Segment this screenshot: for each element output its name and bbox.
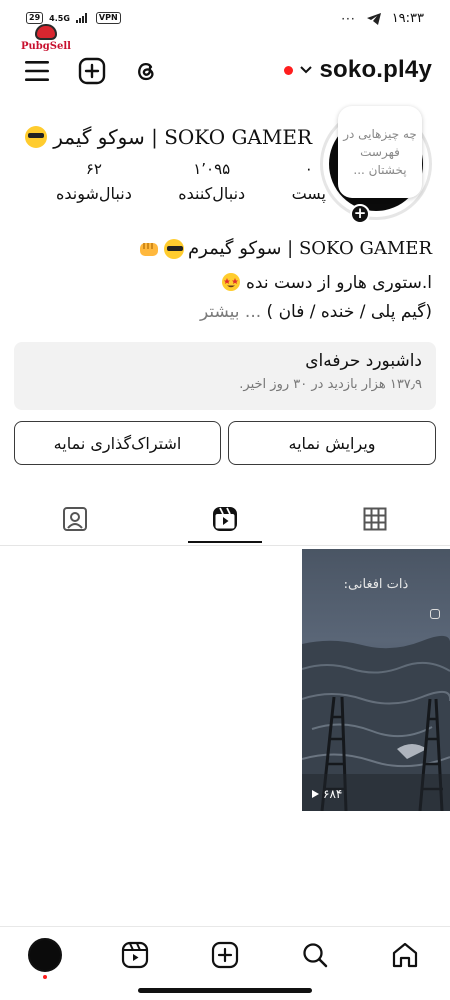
sunglasses-emoji-icon: [25, 126, 48, 148]
menu-icon: [25, 61, 49, 81]
nav-notification-dot: [43, 975, 47, 979]
status-left: 29 4.5G VPN: [26, 12, 121, 24]
bio-line-1-text: ا.ستوری هارو از دست نده: [246, 273, 432, 293]
bio-line-1: ا.ستوری هارو از دست نده: [12, 272, 432, 293]
grid-icon: [363, 507, 387, 531]
logo-text: PubgSell: [21, 41, 71, 52]
add-story-icon[interactable]: +: [350, 204, 370, 224]
dashboard-title: داشبورد حرفه‌ای: [305, 351, 422, 371]
reels-icon: [213, 507, 237, 531]
nav-search[interactable]: [297, 937, 333, 973]
display-name-text: SOKO GAMER | سوکو گیمر: [53, 125, 312, 149]
search-icon: [303, 943, 328, 968]
profile-stats: ۰ پست ۱٬۰۹۵ دنبال‌کننده ۶۲ دنبال‌شونده: [56, 160, 326, 203]
status-right: ··· ۱۹:۳۳: [341, 11, 424, 26]
username: soko.pl4y: [319, 56, 432, 83]
nav-reels[interactable]: [117, 937, 153, 973]
active-tab-indicator: [188, 541, 262, 543]
professional-dashboard[interactable]: داشبورد حرفه‌ای ۱۳۷٫۹ هزار بازدید در ۳۰ …: [14, 342, 436, 410]
note-text: چه چیزهایی در فهرست پخشتان ...: [343, 127, 417, 177]
nav-profile[interactable]: [27, 937, 63, 973]
stat-value: ۶۲: [85, 160, 102, 178]
dashboard-subtitle: ۱۳۷٫۹ هزار بازدید در ۳۰ روز اخیر.: [239, 377, 422, 392]
nav-create[interactable]: [207, 937, 243, 973]
chevron-down-icon: [300, 66, 313, 74]
signal-icon: [75, 13, 87, 23]
add-icon: [211, 941, 239, 969]
stat-label: دنبال‌شونده: [56, 184, 132, 203]
menu-button[interactable]: [24, 58, 50, 84]
tab-reels[interactable]: [210, 504, 240, 534]
note-bubble[interactable]: چه چیزهایی در فهرست پخشتان ...: [338, 106, 422, 198]
reel-views: ۶۸۴: [310, 787, 342, 801]
profile-display-name: SOKO GAMER | سوکو گیمر: [25, 125, 312, 149]
nav-home[interactable]: [387, 937, 423, 973]
play-icon: [312, 790, 319, 798]
clock: ۱۹:۳۳: [391, 11, 424, 26]
stat-followers[interactable]: ۱٬۰۹۵ دنبال‌کننده: [178, 160, 245, 203]
watermark-logo: PubgSell: [18, 24, 74, 52]
bio-line-2-text: (گیم پلی / خنده / فان ): [266, 302, 432, 322]
notification-dot: [284, 65, 294, 75]
reels-icon: [121, 941, 149, 969]
threads-icon: [138, 62, 154, 81]
create-button[interactable]: [78, 57, 106, 85]
battery-indicator: 29: [26, 12, 44, 24]
telegram-icon: [366, 12, 381, 25]
edit-profile-label: ویرایش نمایه: [288, 433, 376, 453]
stat-value: ۱٬۰۹۵: [193, 160, 231, 178]
fist-emoji-icon: [140, 242, 158, 256]
bio-title: SOKO GAMER | سوکو گیمرم: [12, 238, 432, 259]
edit-profile-button[interactable]: ویرایش نمایه: [228, 421, 436, 465]
stat-following[interactable]: ۶۲ دنبال‌شونده: [56, 160, 132, 203]
stat-label: پست: [291, 184, 326, 203]
network-indicator: 4.5G: [49, 13, 70, 23]
reel-caption: ذات افغانی:: [343, 577, 409, 592]
account-switcher[interactable]: soko.pl4y: [284, 56, 432, 84]
tab-tagged[interactable]: [60, 504, 90, 534]
reel-thumbnail[interactable]: ذات افغانی: ۶۸۴: [302, 549, 450, 811]
bio-title-text: SOKO GAMER | سوکو گیمرم: [188, 238, 432, 259]
home-icon: [392, 942, 418, 968]
home-indicator: [138, 988, 312, 993]
sunglasses-emoji-icon: [164, 238, 184, 259]
tagged-icon: [63, 507, 87, 531]
bio-line-2: (گیم پلی / خنده / فان ) ... بیشتر: [12, 302, 432, 322]
add-icon: [78, 57, 106, 85]
share-profile-label: اشتراک‌گذاری نمایه: [53, 433, 182, 453]
logo-mark: [35, 24, 57, 40]
camera-icon: [430, 609, 440, 619]
profile-avatar-icon: [28, 938, 62, 972]
bio-more-link[interactable]: ... بیشتر: [200, 302, 261, 322]
tab-grid[interactable]: [360, 504, 390, 534]
share-profile-button[interactable]: اشتراک‌گذاری نمایه: [14, 421, 221, 465]
vpn-badge: VPN: [95, 12, 121, 24]
profile-tabs: [0, 494, 450, 546]
stat-label: دنبال‌کننده: [178, 184, 246, 203]
more-icon: ···: [341, 11, 356, 26]
threads-button[interactable]: [132, 57, 160, 85]
star-eyes-emoji-icon: [221, 273, 240, 291]
views-count: ۶۸۴: [323, 787, 343, 801]
